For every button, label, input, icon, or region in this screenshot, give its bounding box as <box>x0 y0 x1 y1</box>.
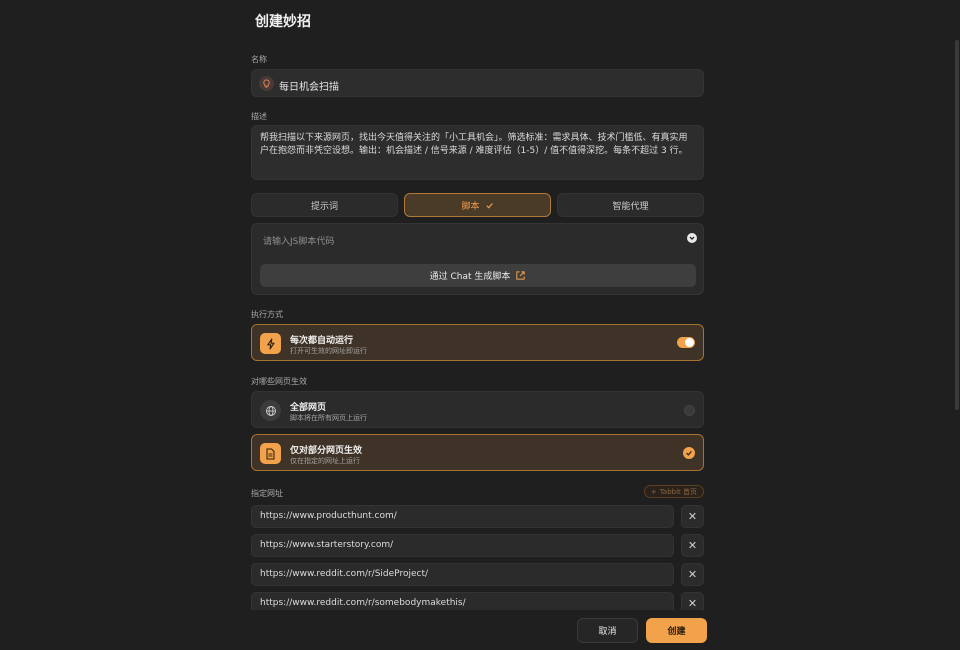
url-input[interactable]: https://www.reddit.com/r/somebodymakethi… <box>251 592 674 610</box>
scrollbar-track[interactable] <box>954 0 960 650</box>
tab-script-label: 脚本 <box>461 201 480 212</box>
globe-icon <box>260 400 281 421</box>
auto-run-title: 每次都自动运行 <box>290 336 354 346</box>
add-homepage-button[interactable]: + Tabbit 首页 <box>643 485 704 498</box>
scope-all-title: 全部网页 <box>290 403 327 413</box>
scope-all-radio[interactable] <box>684 405 695 416</box>
tab-agent-label: 智能代理 <box>612 201 649 212</box>
description-field[interactable]: 帮我扫描以下来源网页，找出今天值得关注的「小工具机会」。筛选标准：需求具体、技术… <box>251 125 704 180</box>
auto-run-subtitle: 打开可生效的网址即运行 <box>290 347 367 355</box>
urls-label: 指定网址 <box>251 489 283 498</box>
lightning-icon <box>260 333 281 354</box>
lightbulb-icon[interactable] <box>259 76 274 91</box>
url-input[interactable]: https://www.reddit.com/r/SideProject/ <box>251 563 674 586</box>
scrollbar-thumb[interactable] <box>955 40 959 410</box>
document-icon <box>260 443 281 464</box>
scope-partial-check-icon[interactable] <box>683 447 695 459</box>
generate-script-label: 通过 Chat 生成脚本 <box>429 272 511 282</box>
scope-label: 对哪些网页生效 <box>251 377 307 386</box>
tab-agent[interactable]: 智能代理 <box>557 193 704 217</box>
name-label: 名称 <box>251 55 267 64</box>
url-row: https://www.producthunt.com/ ✕ <box>251 505 704 528</box>
auto-run-option[interactable]: 每次都自动运行 打开可生效的网址即运行 <box>251 324 704 361</box>
generate-script-button[interactable]: 通过 Chat 生成脚本 <box>260 264 696 287</box>
dialog-title: 创建妙招 <box>255 14 311 30</box>
url-input[interactable]: https://www.producthunt.com/ <box>251 505 674 528</box>
url-row: https://www.reddit.com/r/somebodymakethi… <box>251 592 704 610</box>
plus-icon: + <box>650 487 657 496</box>
chevron-down-icon[interactable] <box>687 233 697 243</box>
external-open-icon <box>516 271 526 280</box>
script-placeholder: 请输入JS脚本代码 <box>263 237 335 247</box>
create-button[interactable]: 创建 <box>646 618 707 643</box>
script-code-input[interactable]: 请输入JS脚本代码 通过 Chat 生成脚本 <box>251 223 704 295</box>
scope-partial-subtitle: 仅在指定的网址上运行 <box>290 457 360 465</box>
close-icon[interactable]: ✕ <box>681 505 704 528</box>
tab-prompt[interactable]: 提示词 <box>251 193 398 217</box>
checkmark-icon <box>485 202 493 209</box>
name-field[interactable]: 每日机会扫描 <box>251 69 704 97</box>
scope-partial-title: 仅对部分网页生效 <box>290 446 363 456</box>
scope-option-partial[interactable]: 仅对部分网页生效 仅在指定的网址上运行 <box>251 434 704 471</box>
url-input[interactable]: https://www.starterstory.com/ <box>251 534 674 557</box>
name-value: 每日机会扫描 <box>279 82 339 93</box>
description-label: 描述 <box>251 112 267 121</box>
close-icon[interactable]: ✕ <box>681 534 704 557</box>
cancel-button[interactable]: 取消 <box>577 618 638 643</box>
dialog-panel: 创建妙招 名称 每日机会扫描 描述 帮我扫描以下来源网页，找出今天值得关注的「小… <box>251 0 704 610</box>
add-homepage-label: Tabbit 首页 <box>659 487 697 496</box>
tab-prompt-label: 提示词 <box>310 201 338 212</box>
toggle-knob <box>685 338 694 347</box>
tab-script[interactable]: 脚本 <box>404 193 551 217</box>
scope-all-subtitle: 脚本将在所有网页上运行 <box>290 414 367 422</box>
close-icon[interactable]: ✕ <box>681 563 704 586</box>
scope-option-all[interactable]: 全部网页 脚本将在所有网页上运行 <box>251 391 704 428</box>
auto-run-toggle[interactable] <box>677 337 695 348</box>
close-icon[interactable]: ✕ <box>681 592 704 610</box>
execution-label: 执行方式 <box>251 310 283 319</box>
url-row: https://www.reddit.com/r/SideProject/ ✕ <box>251 563 704 586</box>
url-row: https://www.starterstory.com/ ✕ <box>251 534 704 557</box>
